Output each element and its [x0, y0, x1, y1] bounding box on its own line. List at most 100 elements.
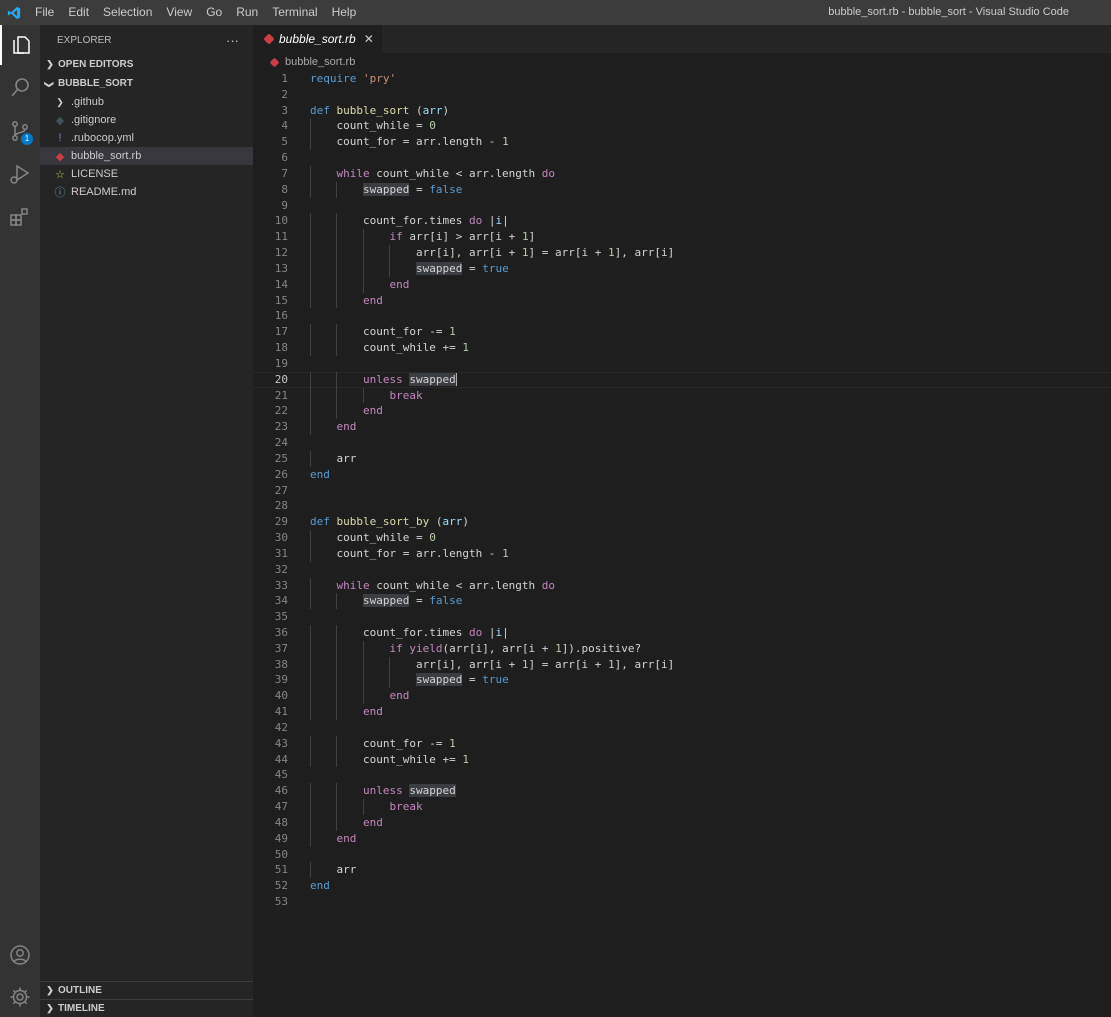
search-icon[interactable]: [0, 68, 40, 108]
code-line[interactable]: 19: [253, 356, 1111, 372]
tree-item[interactable]: ⓘ README.md: [40, 183, 253, 201]
code-line[interactable]: 12 arr[i], arr[i + 1] = arr[i + 1], arr[…: [253, 245, 1111, 261]
code-token: 1: [449, 325, 456, 339]
code-line[interactable]: 9: [253, 198, 1111, 214]
account-icon[interactable]: [0, 935, 40, 975]
code-line[interactable]: 7 while count_while < arr.length do: [253, 165, 1111, 182]
open-editors-section[interactable]: ❯ OPEN EDITORS: [40, 55, 253, 74]
code-line[interactable]: 49 end: [253, 830, 1111, 847]
code-line[interactable]: 37 if yield(arr[i], arr[i + 1]).positive…: [253, 640, 1111, 657]
menu-go[interactable]: Go: [199, 0, 229, 25]
code-token: count_for.times: [310, 625, 469, 639]
code-line[interactable]: 35: [253, 609, 1111, 625]
code-line[interactable]: 41 end: [253, 704, 1111, 720]
tree-item[interactable]: ! .rubocop.yml: [40, 129, 253, 147]
code-line[interactable]: 31 count_for = arr.length - 1: [253, 545, 1111, 562]
code-token: 1: [502, 135, 509, 149]
code-line[interactable]: 38 arr[i], arr[i + 1] = arr[i + 1], arr[…: [253, 656, 1111, 673]
line-number: 35: [274, 610, 288, 624]
menu-edit[interactable]: Edit: [61, 0, 96, 25]
menu-help[interactable]: Help: [325, 0, 364, 25]
code-line[interactable]: 3 def bubble_sort (arr): [253, 103, 1111, 119]
code-line[interactable]: 18 count_while += 1: [253, 340, 1111, 356]
menu-file[interactable]: File: [28, 0, 61, 25]
menu-run[interactable]: Run: [229, 0, 265, 25]
tree-item[interactable]: ◆ .gitignore: [40, 111, 253, 129]
run-debug-icon[interactable]: [0, 154, 40, 194]
code-line[interactable]: 20 unless swapped: [253, 371, 1111, 388]
code-line[interactable]: 34 swapped = false: [253, 593, 1111, 610]
code-line[interactable]: 53: [253, 894, 1111, 910]
tab-bubble-sort[interactable]: bubble_sort.rb ✕: [253, 25, 382, 53]
code-line[interactable]: 5 count_for = arr.length - 1: [253, 134, 1111, 151]
timeline-section[interactable]: ❯ TIMELINE: [40, 999, 253, 1017]
code-line[interactable]: 36 count_for.times do |i|: [253, 624, 1111, 641]
code-line[interactable]: 24: [253, 435, 1111, 451]
line-number: 4: [281, 119, 288, 133]
tab-label: bubble_sort.rb: [279, 32, 356, 46]
extensions-icon[interactable]: [0, 197, 40, 237]
menu-terminal[interactable]: Terminal: [265, 0, 324, 25]
code-line[interactable]: 22 end: [253, 403, 1111, 420]
tree-item[interactable]: ◆ bubble_sort.rb: [40, 147, 253, 165]
code-line[interactable]: 25 arr: [253, 450, 1111, 467]
code-line[interactable]: 27: [253, 483, 1111, 499]
menu-selection[interactable]: Selection: [96, 0, 159, 25]
code-line[interactable]: 4 count_while = 0: [253, 118, 1111, 135]
menu-view[interactable]: View: [159, 0, 199, 25]
code-line[interactable]: 33 while count_while < arr.length do: [253, 577, 1111, 594]
tree-item[interactable]: ❯ .github: [40, 93, 253, 111]
breadcrumb-file[interactable]: bubble_sort.rb: [285, 56, 355, 68]
code-line[interactable]: 11 if arr[i] > arr[i + 1]: [253, 229, 1111, 246]
title-bar: File Edit Selection View Go Run Terminal Help b…: [0, 0, 1111, 25]
close-icon[interactable]: ✕: [364, 32, 374, 46]
code-line[interactable]: 15 end: [253, 292, 1111, 309]
code-line[interactable]: 45: [253, 767, 1111, 783]
code-line[interactable]: 23 end: [253, 419, 1111, 436]
code-line[interactable]: 2: [253, 87, 1111, 103]
code-line[interactable]: 28: [253, 498, 1111, 514]
code-line[interactable]: 26 end: [253, 467, 1111, 483]
code-line[interactable]: 51 arr: [253, 862, 1111, 879]
code-line[interactable]: 32: [253, 562, 1111, 578]
code-editor[interactable]: 1 require 'pry' 2 3 def bubble_sort (arr) 4 c…: [253, 71, 1111, 910]
tree-item[interactable]: ☆ LICENSE: [40, 165, 253, 183]
code-line[interactable]: 42: [253, 720, 1111, 736]
code-line[interactable]: 43 count_for -= 1: [253, 735, 1111, 752]
code-token: count_while +=: [310, 341, 463, 355]
line-number: 47: [274, 800, 288, 814]
code-line[interactable]: 6: [253, 150, 1111, 166]
code-line[interactable]: 21 break: [253, 387, 1111, 404]
code-line[interactable]: 40 end: [253, 688, 1111, 705]
code-line[interactable]: 50: [253, 847, 1111, 863]
code-line[interactable]: 1 require 'pry': [253, 71, 1111, 87]
chevron-down-icon: ❯: [44, 80, 55, 89]
code-line[interactable]: 52 end: [253, 878, 1111, 894]
code-line[interactable]: 16: [253, 308, 1111, 324]
code-line[interactable]: 8 swapped = false: [253, 181, 1111, 198]
manage-gear-icon[interactable]: [0, 977, 40, 1017]
source-control-icon[interactable]: 1: [0, 111, 40, 151]
files-icon[interactable]: [0, 25, 40, 65]
more-actions-icon[interactable]: ···: [226, 33, 239, 48]
line-number: 9: [281, 198, 288, 212]
code-line[interactable]: 47 break: [253, 799, 1111, 815]
line-number: 37: [274, 641, 288, 655]
code-token: end: [310, 831, 357, 845]
code-line[interactable]: 10 count_for.times do |i|: [253, 213, 1111, 230]
code-line[interactable]: 13 swapped = true: [253, 260, 1111, 277]
outline-section[interactable]: ❯ OUTLINE: [40, 981, 253, 999]
explorer-title: EXPLORER: [57, 34, 112, 46]
folder-section[interactable]: ❯ BUBBLE_SORT: [40, 74, 253, 93]
code-line[interactable]: 48 end: [253, 814, 1111, 831]
code-line[interactable]: 17 count_for -= 1: [253, 324, 1111, 341]
code-line[interactable]: 14 end: [253, 276, 1111, 293]
code-line[interactable]: 30 count_while = 0: [253, 530, 1111, 546]
code-line[interactable]: 39 swapped = true: [253, 672, 1111, 689]
code-line[interactable]: 44 count_while += 1: [253, 751, 1111, 768]
code-token: swapped: [415, 673, 463, 687]
code-line[interactable]: 46 unless swapped: [253, 783, 1111, 800]
line-number: 18: [274, 341, 288, 355]
code-line[interactable]: 29 def bubble_sort_by (arr): [253, 514, 1111, 530]
